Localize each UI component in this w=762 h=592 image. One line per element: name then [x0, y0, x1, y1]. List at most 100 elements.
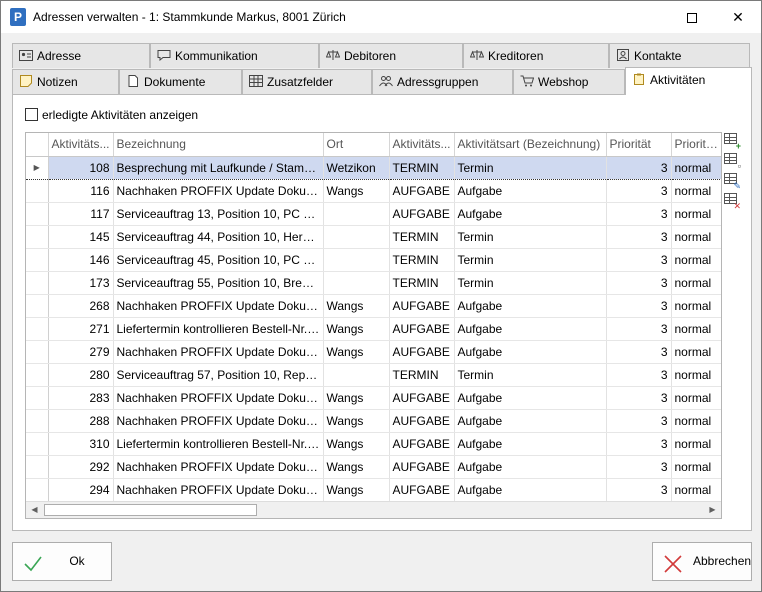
table-cell[interactable]: 271: [48, 317, 114, 341]
table-cell[interactable]: 3: [606, 432, 672, 456]
table-row[interactable]: 116Nachhaken PROFFIX Update Dokument-Dok…: [26, 179, 721, 203]
table-cell[interactable]: TERMIN: [389, 155, 455, 180]
table-cell[interactable]: AUFGABE: [389, 179, 455, 203]
table-cell[interactable]: Aufgabe: [454, 455, 607, 479]
add-row-icon[interactable]: +: [723, 132, 741, 151]
table-cell[interactable]: normal: [671, 317, 721, 341]
table-cell[interactable]: 3: [606, 155, 672, 180]
tab-kommunikation[interactable]: Kommunikation: [150, 43, 319, 68]
tab-zusatzfelder[interactable]: Zusatzfelder: [242, 69, 372, 94]
column-header[interactable]: Priorität (B: [671, 133, 721, 157]
table-cell[interactable]: normal: [671, 478, 721, 502]
table-cell[interactable]: Wangs: [323, 179, 390, 203]
table-cell[interactable]: AUFGABE: [389, 202, 455, 226]
table-cell[interactable]: Aufgabe: [454, 409, 607, 433]
table-cell[interactable]: Nachhaken PROFFIX Update Dokument-Dokume…: [113, 340, 324, 364]
horizontal-scrollbar[interactable]: ◀ ▶: [26, 501, 721, 518]
table-cell[interactable]: 280: [48, 363, 114, 387]
table-cell[interactable]: AUFGABE: [389, 409, 455, 433]
table-row[interactable]: 268Nachhaken PROFFIX Update Dokument-Dok…: [26, 294, 721, 318]
table-cell[interactable]: 3: [606, 409, 672, 433]
table-row[interactable]: 288Nachhaken PROFFIX Update Dokument-Dok…: [26, 409, 721, 433]
table-cell[interactable]: normal: [671, 455, 721, 479]
table-cell[interactable]: 283: [48, 386, 114, 410]
table-cell[interactable]: Termin: [454, 363, 607, 387]
table-cell[interactable]: [323, 225, 390, 249]
tab-notizen[interactable]: Notizen: [12, 69, 119, 94]
table-cell[interactable]: 268: [48, 294, 114, 318]
column-header[interactable]: Aktivitätsart (Bezeichnung): [454, 133, 607, 157]
row-indicator[interactable]: [26, 248, 49, 272]
table-cell[interactable]: Aufgabe: [454, 478, 607, 502]
column-header[interactable]: Ort: [323, 133, 390, 157]
row-indicator[interactable]: [26, 179, 49, 203]
table-cell[interactable]: normal: [671, 409, 721, 433]
table-cell[interactable]: normal: [671, 386, 721, 410]
column-header[interactable]: Aktivitäts...: [389, 133, 455, 157]
table-cell[interactable]: Wangs: [323, 317, 390, 341]
table-cell[interactable]: 117: [48, 202, 114, 226]
row-indicator[interactable]: [26, 478, 49, 502]
table-cell[interactable]: Aufgabe: [454, 432, 607, 456]
table-cell[interactable]: Nachhaken PROFFIX Update Dokument-Dokume…: [113, 294, 324, 318]
table-cell[interactable]: Wangs: [323, 455, 390, 479]
row-indicator[interactable]: [26, 294, 49, 318]
table-cell[interactable]: normal: [671, 202, 721, 226]
scroll-left-icon[interactable]: ◀: [26, 502, 43, 518]
table-cell[interactable]: 3: [606, 271, 672, 295]
table-cell[interactable]: 3: [606, 455, 672, 479]
ok-button[interactable]: Ok: [12, 542, 112, 581]
table-cell[interactable]: normal: [671, 363, 721, 387]
table-cell[interactable]: AUFGABE: [389, 340, 455, 364]
tab-dokumente[interactable]: Dokumente: [119, 69, 242, 94]
column-header[interactable]: Priorität: [606, 133, 672, 157]
table-cell[interactable]: 3: [606, 340, 672, 364]
table-cell[interactable]: normal: [671, 294, 721, 318]
table-cell[interactable]: 279: [48, 340, 114, 364]
table-row[interactable]: 310 Liefertermin kontrollieren Bestell-Nr…: [26, 432, 721, 456]
tab-adresse[interactable]: Adresse: [12, 43, 150, 68]
table-cell[interactable]: Aufgabe: [454, 294, 607, 318]
table-cell[interactable]: normal: [671, 271, 721, 295]
table-cell[interactable]: 116: [48, 179, 114, 203]
copy-row-icon[interactable]: ▫: [723, 152, 741, 171]
table-cell[interactable]: 294: [48, 478, 114, 502]
table-cell[interactable]: Nachhaken PROFFIX Update Dokument-Dokume…: [113, 478, 324, 502]
table-cell[interactable]: [323, 202, 390, 226]
row-indicator[interactable]: [26, 455, 49, 479]
row-indicator[interactable]: [26, 340, 49, 364]
tab-kontakte[interactable]: Kontakte: [609, 43, 750, 68]
maximize-button[interactable]: [669, 1, 715, 33]
row-indicator[interactable]: [26, 363, 49, 387]
table-cell[interactable]: 3: [606, 179, 672, 203]
table-cell[interactable]: Termin: [454, 225, 607, 249]
tab-debitoren[interactable]: Debitoren: [319, 43, 463, 68]
table-row[interactable]: 294Nachhaken PROFFIX Update Dokument-Dok…: [26, 478, 721, 502]
table-cell[interactable]: Termin: [454, 271, 607, 295]
tab-kreditoren[interactable]: Kreditoren: [463, 43, 609, 68]
table-cell[interactable]: Aufgabe: [454, 202, 607, 226]
table-cell[interactable]: normal: [671, 179, 721, 203]
row-indicator[interactable]: [26, 271, 49, 295]
table-cell[interactable]: 310: [48, 432, 114, 456]
table-cell[interactable]: AUFGABE: [389, 478, 455, 502]
table-cell[interactable]: Nachhaken PROFFIX Update Dokument-Dokume…: [113, 455, 324, 479]
table-cell[interactable]: Termin: [454, 248, 607, 272]
table-cell[interactable]: TERMIN: [389, 225, 455, 249]
table-row[interactable]: 146 Serviceauftrag 45, Position 10, PC wu…: [26, 248, 721, 272]
show-completed-checkbox[interactable]: [25, 108, 38, 121]
table-cell[interactable]: AUFGABE: [389, 317, 455, 341]
table-cell[interactable]: normal: [671, 432, 721, 456]
table-cell[interactable]: AUFGABE: [389, 386, 455, 410]
table-cell[interactable]: AUFGABE: [389, 294, 455, 318]
column-header[interactable]: Aktivitäts...: [48, 133, 114, 157]
table-cell[interactable]: 288: [48, 409, 114, 433]
table-cell[interactable]: Wetzikon: [323, 155, 390, 180]
row-indicator[interactable]: [26, 432, 49, 456]
table-cell[interactable]: TERMIN: [389, 271, 455, 295]
table-cell[interactable]: 3: [606, 294, 672, 318]
table-cell[interactable]: 3: [606, 317, 672, 341]
delete-row-icon[interactable]: ✕: [723, 192, 741, 211]
show-completed-filter[interactable]: erledigte Aktivitäten anzeigen: [25, 108, 198, 124]
table-cell[interactable]: 173: [48, 271, 114, 295]
